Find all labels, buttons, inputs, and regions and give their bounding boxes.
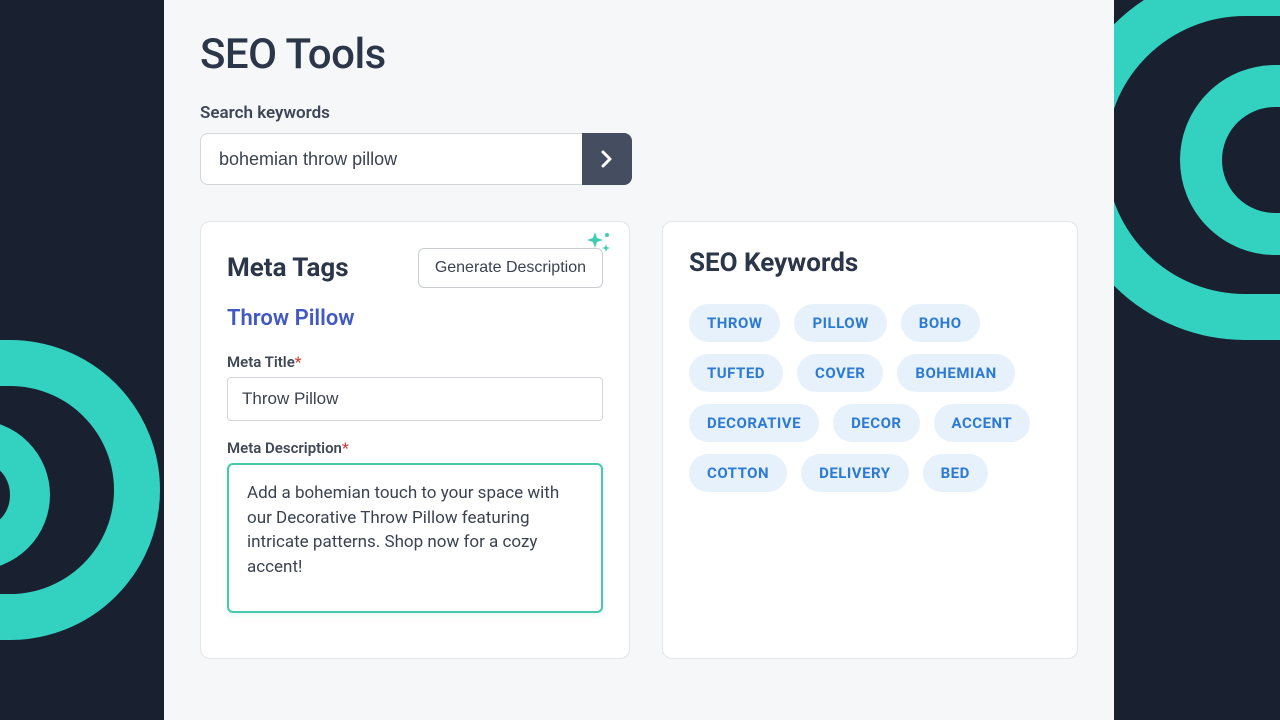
seo-keywords-heading: SEO Keywords <box>689 248 1051 278</box>
search-row <box>200 133 632 185</box>
meta-title-label: Meta Title* <box>227 353 603 371</box>
keyword-chip[interactable]: DECORATIVE <box>689 404 819 442</box>
search-input[interactable] <box>200 133 582 185</box>
seo-keywords-panel: SEO Keywords THROW PILLOW BOHO TUFTED COVER B… <box>662 221 1078 659</box>
keyword-chip[interactable]: DELIVERY <box>801 454 908 492</box>
meta-tags-panel: Meta Tags Generate Description Throw Pil… <box>200 221 630 659</box>
search-submit-button[interactable] <box>582 133 632 185</box>
chevron-right-icon <box>601 150 613 168</box>
keyword-chip[interactable]: BOHO <box>901 304 980 342</box>
keyword-chip[interactable]: BOHEMIAN <box>897 354 1014 392</box>
seo-tools-card: SEO Tools Search keywords Meta Tags <box>164 0 1114 720</box>
keyword-chip[interactable]: ACCENT <box>934 404 1031 442</box>
keyword-chip-list: THROWPILLOWBOHOTUFTEDCOVERBOHEMIANDECORA… <box>689 304 1051 492</box>
sparkle-icon <box>585 230 613 262</box>
keyword-chip[interactable]: PILLOW <box>794 304 886 342</box>
search-label: Search keywords <box>200 103 1078 123</box>
keyword-chip[interactable]: THROW <box>689 304 780 342</box>
keyword-chip[interactable]: COTTON <box>689 454 787 492</box>
meta-description-label: Meta Description* <box>227 439 603 457</box>
meta-title-input[interactable] <box>227 377 603 421</box>
generate-description-button[interactable]: Generate Description <box>418 248 603 288</box>
keyword-chip[interactable]: BED <box>923 454 988 492</box>
keyword-chip[interactable]: DECOR <box>833 404 919 442</box>
product-name-link[interactable]: Throw Pillow <box>227 306 603 331</box>
page-title: SEO Tools <box>200 30 1078 79</box>
keyword-chip[interactable]: COVER <box>797 354 883 392</box>
meta-tags-heading: Meta Tags <box>227 253 349 283</box>
keyword-chip[interactable]: TUFTED <box>689 354 783 392</box>
meta-description-textarea[interactable] <box>227 463 603 613</box>
